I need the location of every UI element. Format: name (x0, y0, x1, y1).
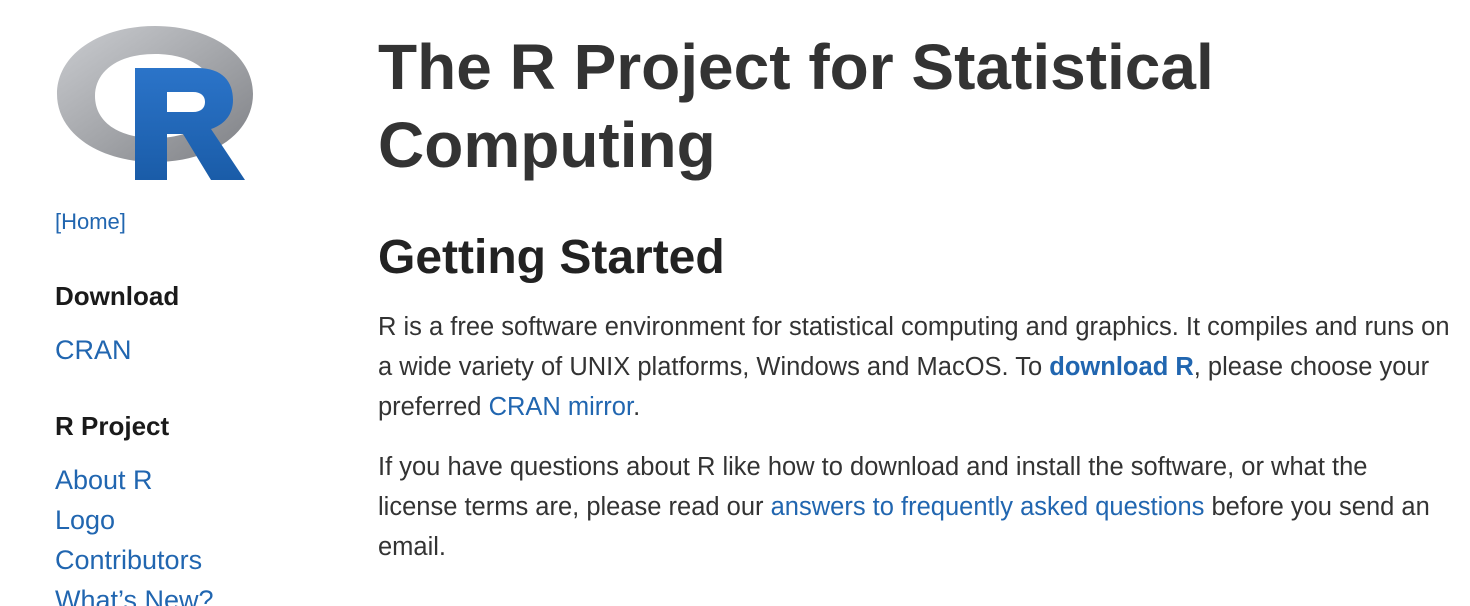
intro-paragraph: R is a free software environment for sta… (378, 307, 1453, 427)
sidebar-heading-r-project: R Project (55, 411, 170, 441)
sidebar-link-logo[interactable]: Logo (55, 505, 115, 536)
sidebar-link-about-r[interactable]: About R (55, 465, 153, 496)
download-r-link[interactable]: download R (1049, 353, 1193, 381)
sidebar-link-whats-new[interactable]: What’s New? (55, 585, 214, 606)
faq-paragraph: If you have questions about R like how t… (378, 447, 1453, 567)
home-link[interactable]: [Home] (55, 209, 126, 235)
sidebar: [Home] Download CRAN R Project About R L… (55, 24, 335, 606)
page-title: The R Project for Statistical Computing (378, 31, 1214, 181)
sidebar-link-cran[interactable]: CRAN (55, 335, 132, 366)
cran-mirror-link[interactable]: CRAN mirror (489, 393, 634, 421)
r-logo[interactable] (55, 24, 255, 184)
faq-link[interactable]: answers to frequently asked questions (771, 493, 1205, 521)
section-title-getting-started: Getting Started (378, 231, 725, 284)
intro-text-3: . (633, 393, 641, 421)
sidebar-link-contributors[interactable]: Contributors (55, 545, 202, 576)
sidebar-heading-download: Download (55, 281, 180, 311)
